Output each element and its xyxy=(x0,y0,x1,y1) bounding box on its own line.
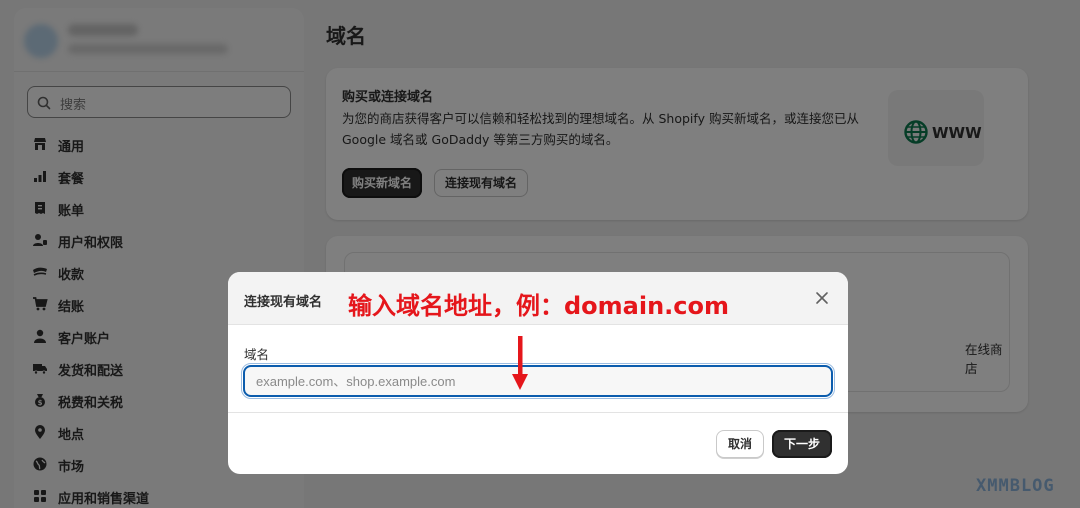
red-arrow-down-icon xyxy=(512,336,528,390)
cancel-button[interactable]: 取消 xyxy=(716,430,765,458)
connect-domain-modal: 连接现有域名 输入域名地址，例：domain.com 域名 取消 下一步 xyxy=(228,272,848,474)
modal-header: 连接现有域名 输入域名地址，例：domain.com xyxy=(228,272,848,325)
domain-input[interactable] xyxy=(243,365,833,397)
modal-title: 连接现有域名 xyxy=(244,295,323,310)
annotation-text: 输入域名地址，例：domain.com xyxy=(348,292,730,320)
domain-field-label: 域名 xyxy=(244,347,270,362)
next-button[interactable]: 下一步 xyxy=(772,430,833,458)
close-icon[interactable] xyxy=(812,288,832,308)
modal-footer-divider xyxy=(228,412,848,413)
